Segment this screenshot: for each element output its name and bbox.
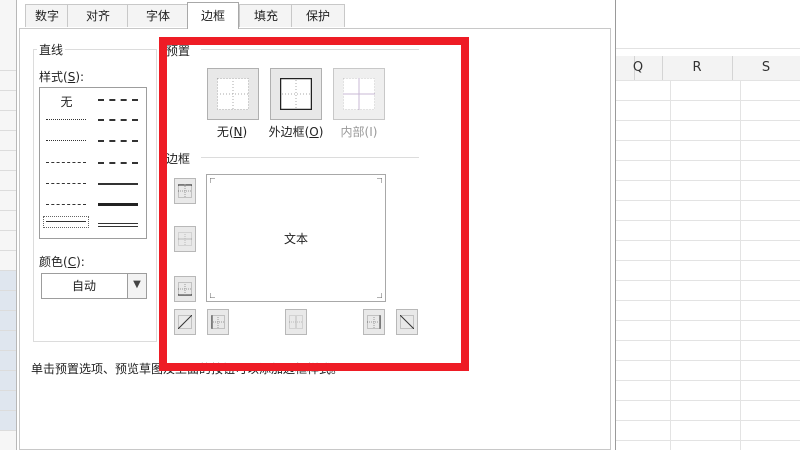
line-group-title: 直线 (37, 41, 66, 58)
line-style-dotted[interactable] (46, 140, 86, 141)
column-header-r[interactable]: R (662, 56, 733, 80)
line-style-thin[interactable] (46, 221, 86, 222)
column-header-s[interactable]: S (732, 56, 800, 80)
color-dropdown[interactable]: 自动 ▼ (41, 273, 147, 299)
tab-number[interactable]: 数字 (25, 4, 69, 27)
line-style-dash-dot[interactable] (46, 183, 86, 184)
style-label: 样式(S): (39, 70, 85, 84)
line-style-slanted-dash-dot[interactable] (98, 119, 138, 121)
tab-protection[interactable]: 保护 (291, 4, 345, 27)
tab-alignment[interactable]: 对齐 (67, 4, 129, 27)
column-header-row: Q R S (614, 56, 800, 81)
line-style-hair[interactable] (46, 119, 86, 120)
line-style-medium-dashed[interactable] (98, 162, 138, 164)
line-style-thick[interactable] (98, 203, 138, 206)
annotation-highlight-box (159, 37, 469, 371)
column-header-q-label[interactable]: Q (614, 56, 663, 80)
line-style-none[interactable]: 无 (40, 93, 93, 110)
color-label: 颜色(C): (39, 255, 85, 269)
line-style-dash-dot-dot[interactable] (46, 162, 86, 163)
ribbon-area (614, 0, 800, 49)
line-style-medium-dash-dot[interactable] (98, 140, 138, 142)
row-header-strip (0, 0, 17, 450)
cell-grid[interactable] (614, 80, 800, 450)
line-style-thin-selected[interactable] (43, 216, 89, 228)
tab-bar: 数字 对齐 字体 边框 填充 保护 (17, 2, 615, 29)
chevron-down-icon[interactable]: ▼ (127, 274, 146, 298)
line-style-list[interactable]: 无 (39, 87, 147, 239)
line-style-medium[interactable] (98, 183, 138, 185)
tab-border[interactable]: 边框 (187, 2, 239, 29)
color-dropdown-value: 自动 (71, 279, 96, 293)
line-style-medium-dash-dot-dot[interactable] (98, 99, 138, 101)
tab-fill[interactable]: 填充 (239, 4, 293, 27)
line-style-dashed[interactable] (46, 204, 86, 205)
line-style-double[interactable] (98, 223, 138, 227)
tab-font[interactable]: 字体 (127, 4, 189, 27)
